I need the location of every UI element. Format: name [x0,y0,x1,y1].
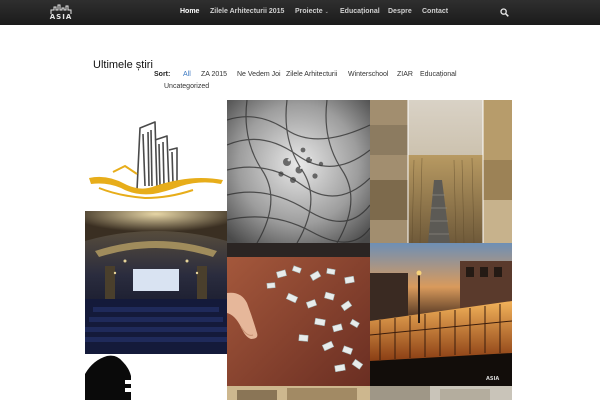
sort-label: Sort: [154,71,171,78]
parametric-facade-image [227,100,370,243]
filter-za-2015[interactable]: ZA 2015 [201,71,227,78]
cinema-hall-image [85,211,227,354]
nav-home[interactable]: Home [180,8,199,15]
boardwalk-collage-image [370,100,512,243]
filter-uncategorized[interactable]: Uncategorized [164,83,209,90]
filter-winterschool[interactable]: Winterschool [348,71,388,78]
filter-educational[interactable]: Educațional [420,71,457,78]
news-tile-puzzle[interactable] [227,243,370,386]
site-logo[interactable]: ASIA [44,4,78,21]
bottom-building-image [227,386,370,400]
section-title: Ultimele știri [93,59,153,71]
building-logo-image [89,121,223,200]
news-tile-bottom-asia[interactable] [370,386,512,400]
search-icon[interactable] [500,8,509,17]
nav-educational[interactable]: Educațional [340,8,380,15]
filter-ne-vedem-joi[interactable]: Ne Vedem Joi [237,71,281,78]
news-tile-cinema[interactable] [85,211,227,354]
nav-proiecte[interactable]: Proiecte ⌄ [295,8,329,15]
nav-despre[interactable]: Despre [388,8,412,15]
nav-proiecte-label: Proiecte [295,8,323,15]
bottom-asia-image [370,386,512,400]
night-building-image: ASIA [370,243,512,386]
puzzle-table-image [227,243,370,386]
news-tile-za-logo[interactable] [85,100,227,211]
nav-zilele-arhitecturii-2015[interactable]: Zilele Arhitecturii 2015 [210,8,284,15]
news-tile-bottom-building[interactable] [227,386,370,400]
news-tile-boardwalk[interactable] [370,100,512,243]
svg-text:ASIA: ASIA [486,376,499,382]
filter-ziar[interactable]: ZIAR [397,71,413,78]
nav-contact[interactable]: Contact [422,8,448,15]
filter-all[interactable]: All [183,71,191,78]
news-tile-night-building[interactable]: ASIA [370,243,512,386]
black-silhouette-image [85,355,133,400]
news-tile-parametric[interactable] [227,100,370,243]
news-tile-black-silhouette[interactable] [85,354,227,400]
logo-text: ASIA [49,13,73,21]
top-navbar: ASIA Home Zilele Arhitecturii 2015 Proie… [0,0,600,25]
chevron-down-icon: ⌄ [324,9,329,15]
filter-zilele-arhitecturii[interactable]: Zilele Arhitecturii [286,71,337,78]
